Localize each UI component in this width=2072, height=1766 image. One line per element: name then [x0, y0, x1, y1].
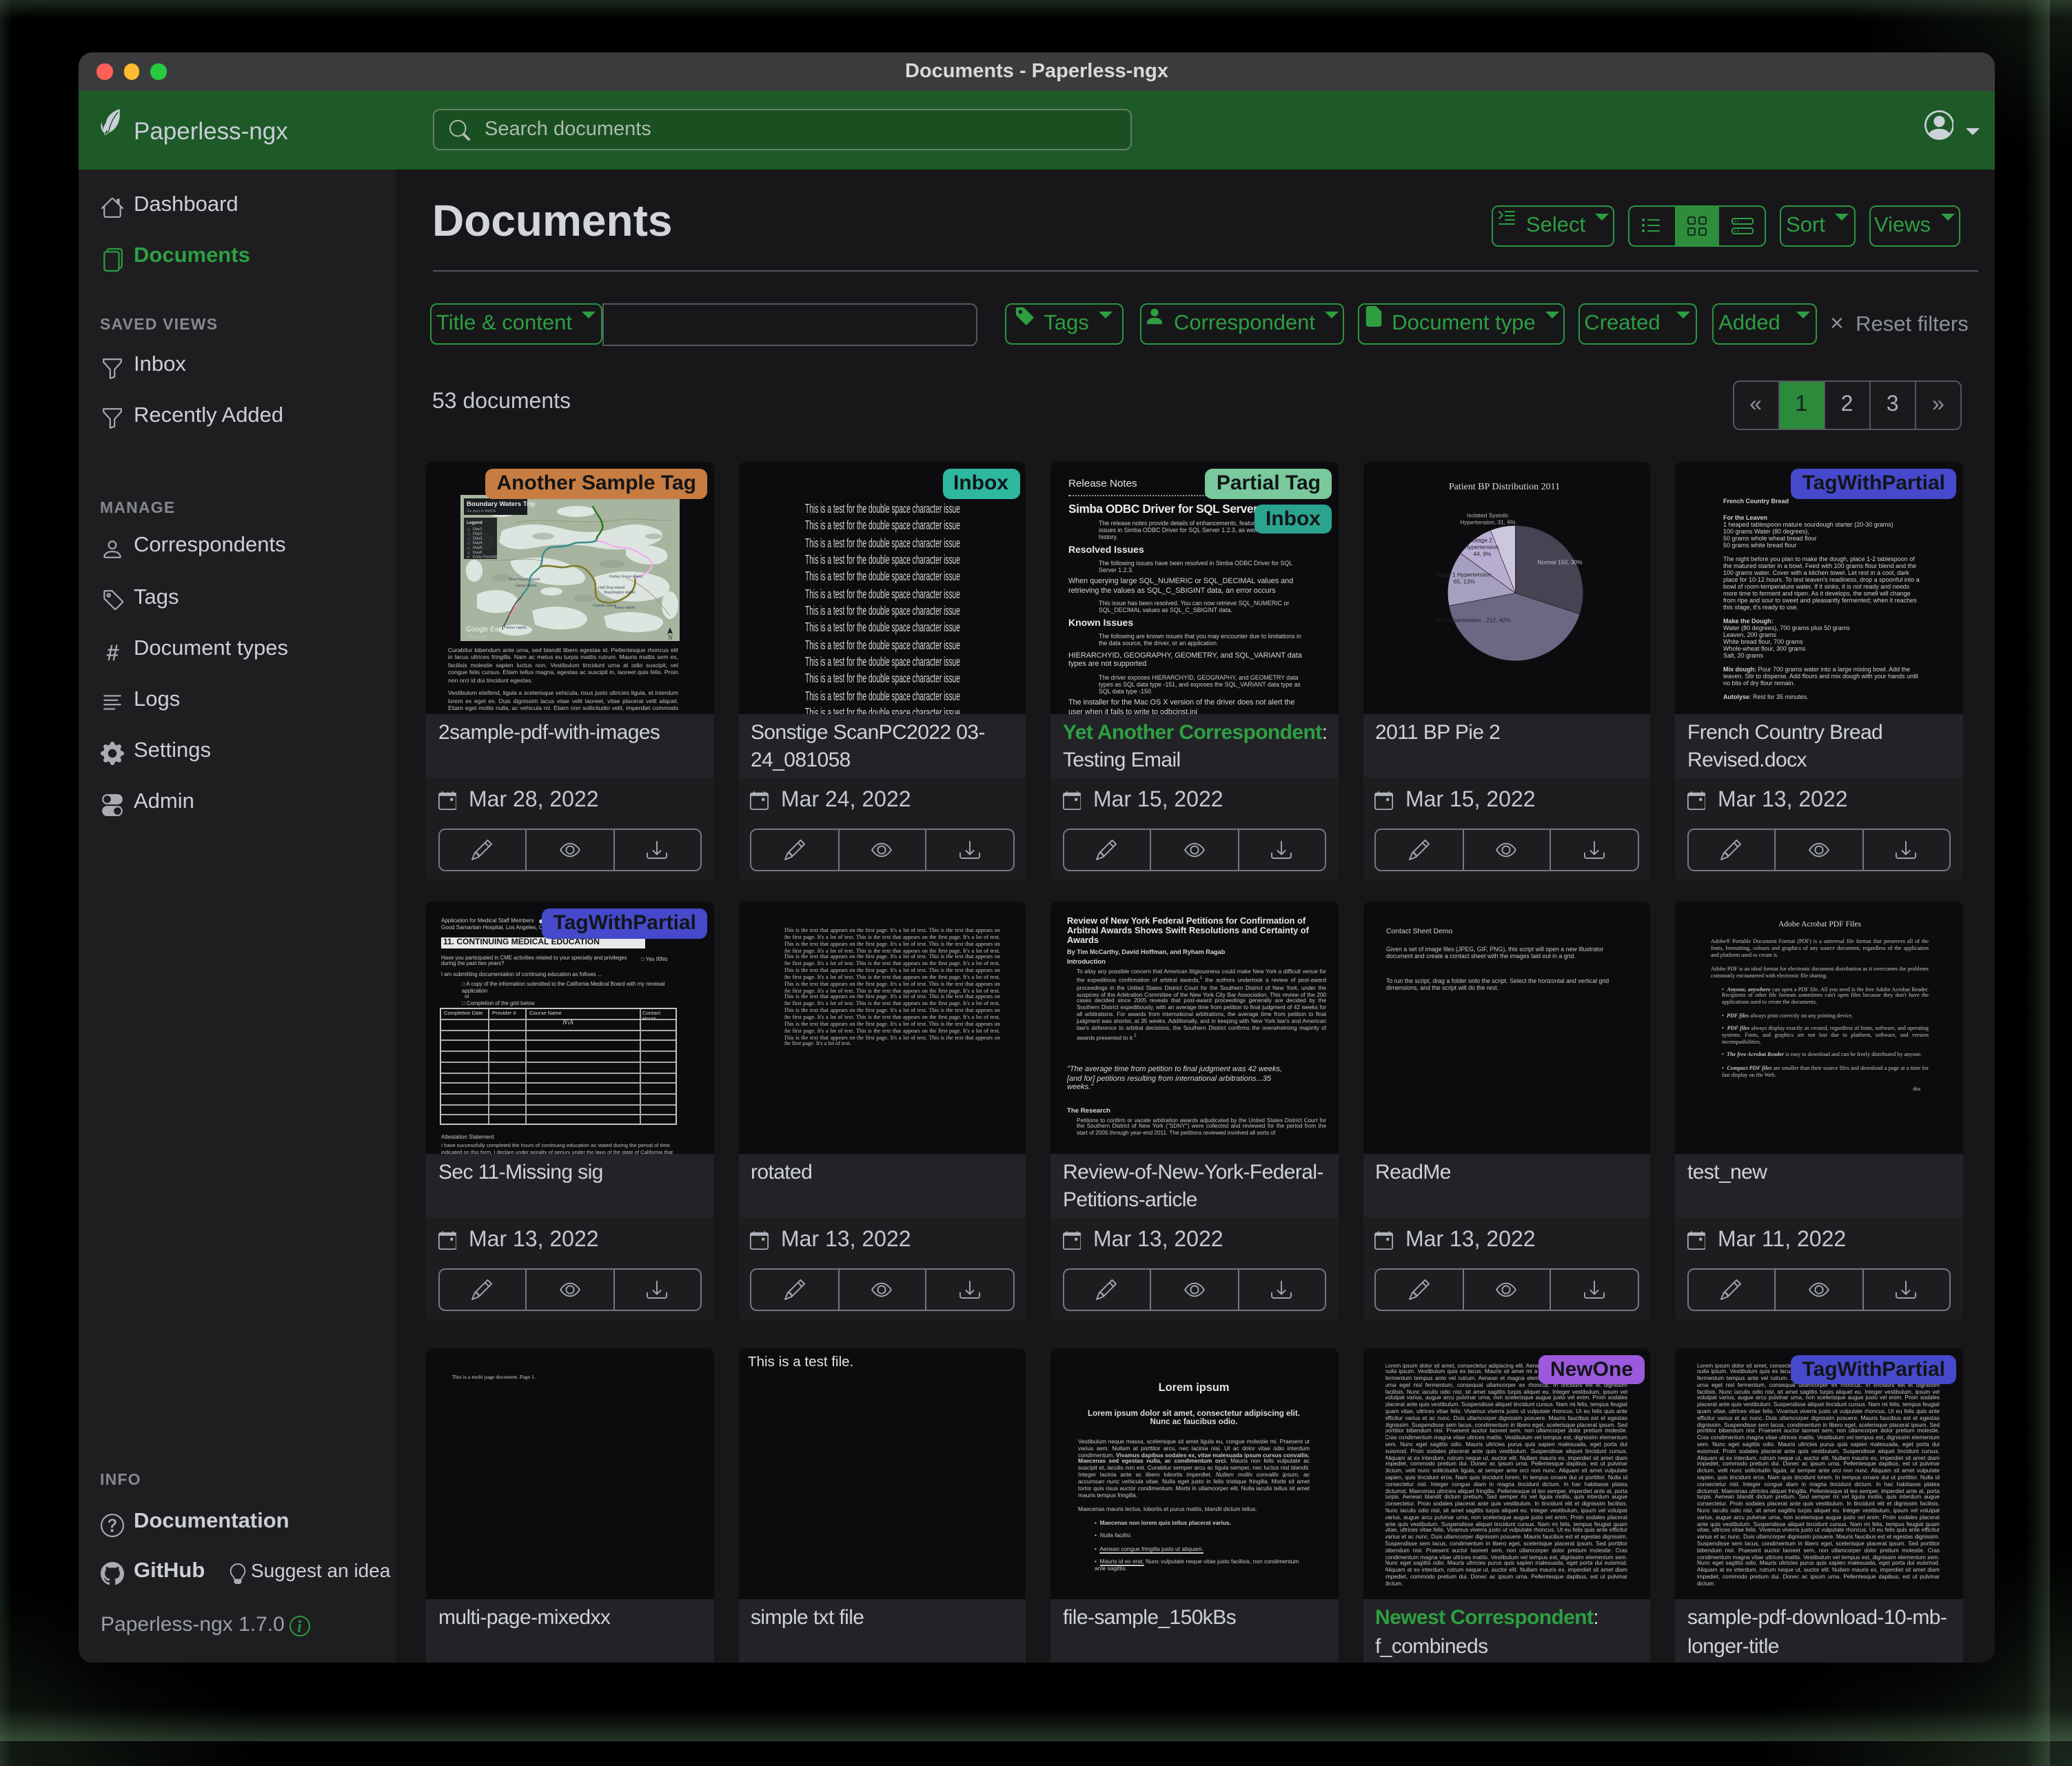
svg-text:Washington island: Washington island — [604, 591, 636, 595]
svg-text:△: △ — [467, 546, 470, 550]
svg-text:Day5: Day5 — [473, 546, 483, 550]
svg-text:Half Dog island: Half Dog island — [598, 586, 624, 590]
svg-text:Day6: Day6 — [473, 551, 483, 555]
svg-text:Day1: Day1 — [473, 527, 483, 531]
svg-text:Pre-hypertension , 212, 42%: Pre-hypertension , 212, 42% — [1436, 617, 1510, 624]
svg-text:△: △ — [467, 536, 470, 540]
svg-text:Day3: Day3 — [473, 536, 483, 540]
svg-text:Gang island: Gang island — [516, 584, 536, 588]
svg-text:Candle island: Candle island — [593, 604, 616, 608]
svg-text:Hypertension, 31, 6%: Hypertension, 31, 6% — [1459, 518, 1515, 525]
svg-text:© 2022 Google: © 2022 Google — [466, 635, 487, 638]
svg-text:△: △ — [467, 541, 470, 545]
svg-text:△: △ — [467, 527, 470, 531]
svg-text:Google Earth: Google Earth — [466, 626, 507, 633]
svg-text:N: N — [668, 634, 673, 641]
svg-text:Legend: Legend — [467, 520, 483, 525]
svg-text:Isolated Systolic: Isolated Systolic — [1466, 511, 1508, 518]
svg-text:Friday Grove island: Friday Grove island — [609, 575, 643, 579]
svg-text:Hypertension,: Hypertension, — [1463, 543, 1499, 550]
svg-text:Patient BP Distribution 2011: Patient BP Distribution 2011 — [1448, 481, 1559, 492]
svg-text:Stage 2: Stage 2 — [1472, 536, 1492, 543]
svg-text:New Found island: New Found island — [509, 578, 540, 582]
svg-text:▾: ▾ — [467, 556, 469, 560]
svg-text:Keep island: Keep island — [615, 606, 635, 610]
svg-text:Day4: Day4 — [473, 541, 483, 545]
svg-text:Six days in BWCA: Six days in BWCA — [467, 509, 496, 514]
svg-text:△: △ — [467, 551, 470, 555]
svg-text:Entry Point34: Entry Point34 — [473, 556, 498, 560]
svg-text:Day2: Day2 — [473, 532, 483, 536]
svg-text:Normal 150, 30%: Normal 150, 30% — [1537, 558, 1582, 565]
svg-text:Stage 1 Hypertension,: Stage 1 Hypertension, — [1435, 571, 1492, 578]
svg-text:65, 13%: 65, 13% — [1453, 578, 1474, 585]
svg-text:Boundary Waters Trip: Boundary Waters Trip — [467, 500, 535, 508]
svg-text:44, 9%: 44, 9% — [1472, 550, 1491, 557]
svg-text:△: △ — [467, 532, 470, 536]
